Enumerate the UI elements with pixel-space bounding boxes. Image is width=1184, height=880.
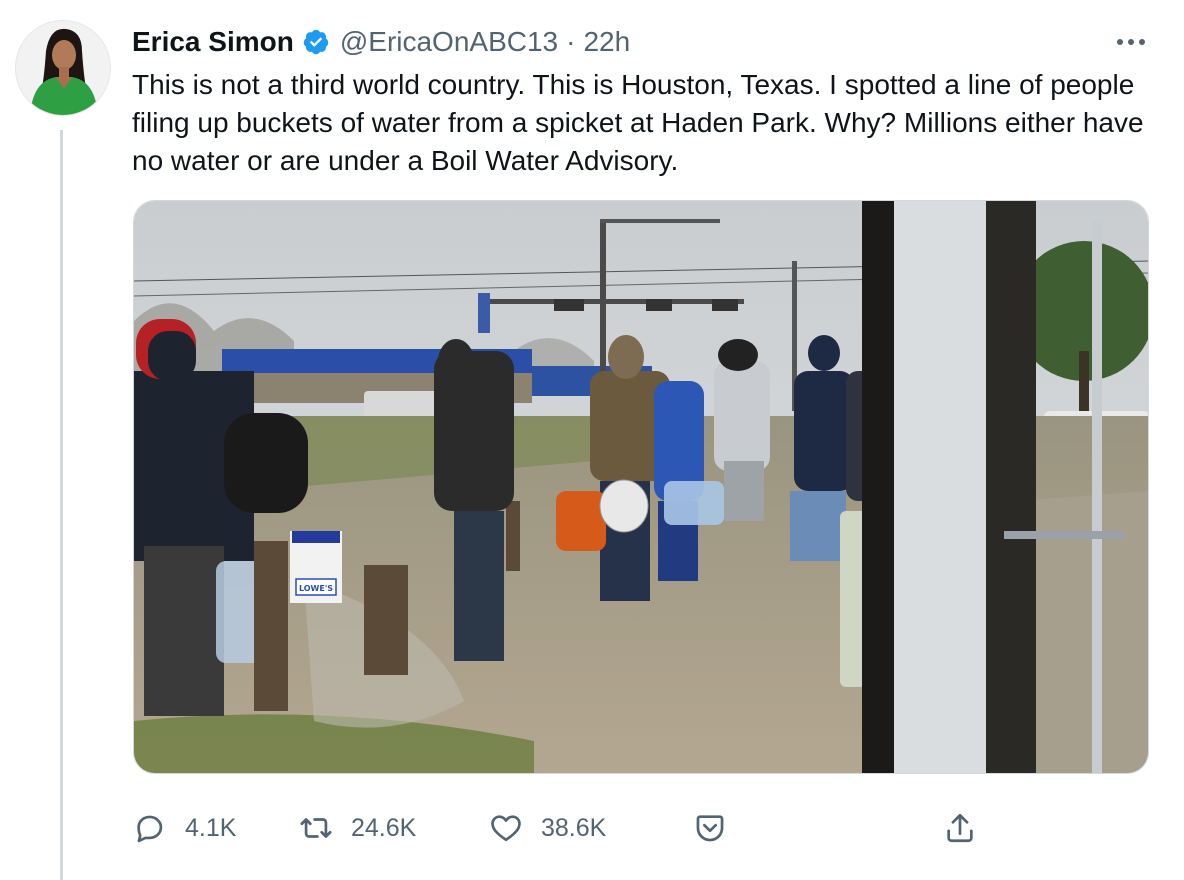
tweet-header: Erica Simon @EricaOnABC13 · 22h — [132, 22, 630, 62]
share-icon — [947, 813, 973, 843]
timestamp[interactable]: 22h — [583, 26, 630, 58]
separator-dot: · — [566, 26, 576, 57]
like-button[interactable]: 38.6K — [489, 806, 606, 850]
lowes-bucket-label: LOWE'S — [299, 584, 333, 593]
retweet-count: 24.6K — [351, 813, 417, 842]
save-icon — [696, 815, 724, 842]
like-count: 38.6K — [541, 813, 607, 842]
display-name[interactable]: Erica Simon — [132, 26, 294, 58]
share-button[interactable] — [943, 806, 977, 850]
reply-icon — [137, 815, 163, 843]
retweet-icon — [300, 818, 332, 838]
profile-photo-icon — [16, 21, 110, 115]
reply-count: 4.1K — [185, 813, 237, 842]
handle[interactable]: @EricaOnABC13 — [340, 26, 558, 58]
tweet-text: This is not a third world country. This … — [132, 69, 1144, 176]
reply-button[interactable]: 4.1K — [133, 806, 236, 850]
verified-badge-icon — [303, 29, 329, 55]
tweet-actions: 4.1K 24.6K 38.6K — [133, 806, 983, 850]
heart-icon — [491, 815, 521, 842]
save-button[interactable] — [693, 806, 727, 850]
more-options-icon[interactable] — [1114, 30, 1148, 54]
tweet-media-photo[interactable]: LOWE'S — [133, 200, 1149, 774]
thread-line — [60, 130, 63, 880]
retweet-button[interactable]: 24.6K — [299, 806, 416, 850]
avatar[interactable] — [15, 20, 111, 116]
photo-scene: LOWE'S — [134, 201, 1148, 773]
